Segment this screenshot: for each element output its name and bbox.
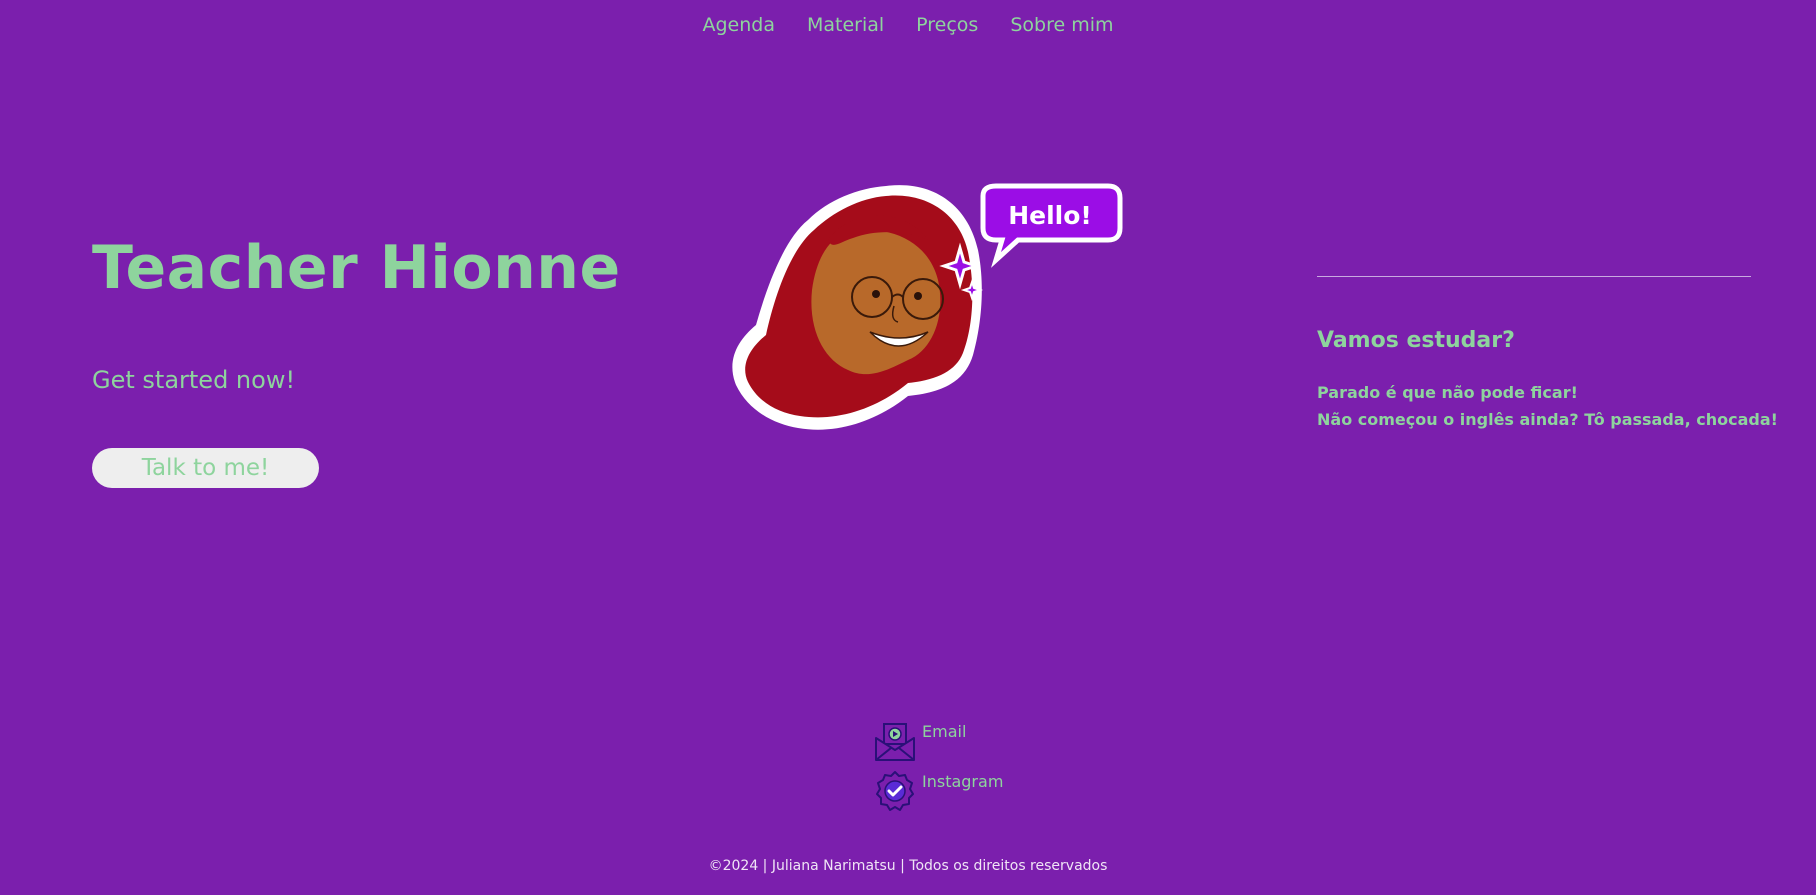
contact-email-link[interactable]: Email: [874, 720, 1003, 770]
email-icon: [874, 720, 916, 762]
hero-subtitle: Get started now!: [92, 366, 296, 394]
nav-link-material[interactable]: Material: [807, 14, 884, 36]
teacher-avatar-illustration: Hello!: [728, 180, 1128, 444]
talk-to-me-button[interactable]: Talk to me!: [92, 448, 319, 488]
contact-email-label: Email: [922, 722, 967, 741]
nav-link-precos[interactable]: Preços: [916, 14, 978, 36]
nav-link-agenda[interactable]: Agenda: [702, 14, 775, 36]
main-nav: Agenda Material Preços Sobre mim: [0, 14, 1816, 36]
footer-copyright: ©2024 | Juliana Narimatsu | Todos os dir…: [708, 858, 1108, 874]
nav-link-sobre-mim[interactable]: Sobre mim: [1010, 14, 1113, 36]
side-text-line: Não começou o inglês ainda? Tô passada, …: [1317, 410, 1778, 429]
left-eye: [872, 290, 880, 298]
side-title: Vamos estudar?: [1317, 328, 1515, 353]
right-eye: [914, 292, 922, 300]
contact-instagram-label: Instagram: [922, 772, 1004, 791]
contact-list: Email Instagram: [874, 720, 1003, 820]
side-text: Parado é que não pode ficar! Não começou…: [1317, 379, 1778, 433]
verified-badge-icon: [874, 770, 916, 812]
avatar-svg: Hello!: [732, 183, 1123, 430]
section-divider: [1317, 276, 1751, 277]
hero-title: Teacher Hionne: [92, 233, 621, 303]
side-text-line: Parado é que não pode ficar!: [1317, 383, 1578, 402]
contact-instagram-link[interactable]: Instagram: [874, 770, 1003, 820]
speech-bubble-text: Hello!: [1008, 201, 1092, 230]
